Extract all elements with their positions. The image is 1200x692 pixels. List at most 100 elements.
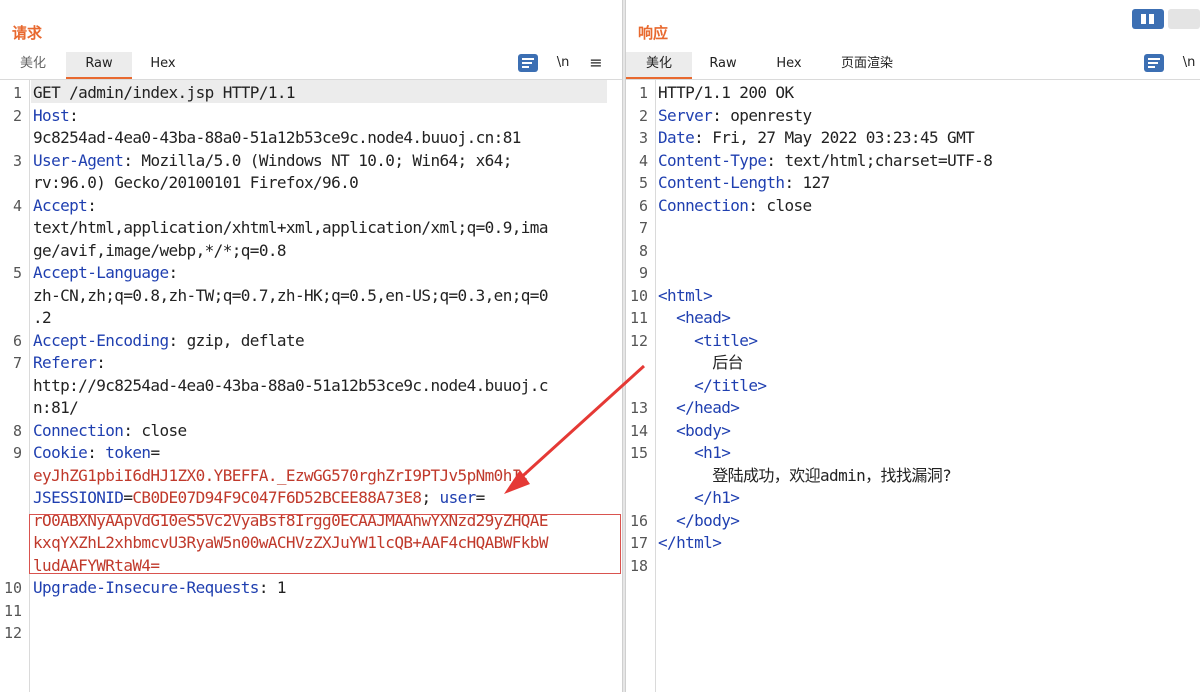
header-value: =: [475, 488, 486, 507]
html-tag: <head>: [676, 308, 731, 327]
header-value: : 1: [258, 578, 287, 597]
hamburger-menu-icon[interactable]: ≡: [586, 53, 606, 73]
code-line[interactable]: 5 Accept-Language:: [0, 262, 622, 285]
line-text: HTTP/1.1 200 OK: [658, 82, 794, 105]
code-line[interactable]: </h1>: [626, 487, 1200, 510]
code-line[interactable]: JSESSIONID = CB0DE07D94F9C047F6D52BCEE88A7…: [0, 487, 622, 510]
code-line[interactable]: 6 Accept-Encoding: gzip, deflate: [0, 330, 622, 353]
tab-pretty[interactable]: 美化: [626, 52, 692, 79]
code-line[interactable]: 10 <html>: [626, 285, 1200, 308]
code-line[interactable]: 7: [626, 217, 1200, 240]
header-value: : close: [748, 195, 812, 215]
code-line[interactable]: 9c8254ad-4ea0-43ba-88a0-51a12b53ce9c.nod…: [0, 127, 622, 150]
line-text: text/html,application/xhtml+xml,applicat…: [33, 217, 548, 240]
newline-toggle-button[interactable]: \n: [552, 53, 574, 73]
line-number: 10: [629, 286, 648, 305]
code-line[interactable]: 2 Server: openresty: [626, 105, 1200, 128]
split-vertical-button[interactable]: [1168, 9, 1200, 29]
html-tag: </title>: [694, 375, 767, 395]
tab-raw[interactable]: Raw: [66, 52, 132, 79]
line-text: .2: [33, 307, 52, 330]
code-line[interactable]: 16 </body>: [626, 510, 1200, 533]
code-line[interactable]: text/html,application/xhtml+xml,applicat…: [0, 217, 622, 240]
line-text: <h1>: [658, 442, 731, 465]
code-line[interactable]: 17 </html>: [626, 532, 1200, 555]
line-text: ge/avif,image/webp,*/*;q=0.8: [33, 240, 287, 263]
line-number: 3: [12, 151, 22, 170]
code-line[interactable]: rv:96.0) Gecko/20100101 Firefox/96.0: [0, 172, 622, 195]
line-number: 5: [12, 264, 22, 282]
tab-render[interactable]: 页面渲染: [830, 52, 904, 79]
code-line[interactable]: 3 Date: Fri, 27 May 2022 03:23:45 GMT: [626, 127, 1200, 150]
line-text: Content-Type: text/html;charset=UTF-8: [658, 150, 993, 173]
code-line[interactable]: 8 Connection: close: [0, 420, 622, 443]
code-line[interactable]: 8: [626, 240, 1200, 263]
header-value: 9c8254ad-4ea0-43ba-88a0-51a12b53ce9c.nod…: [33, 128, 521, 147]
code-line[interactable]: 12 <title>: [626, 330, 1200, 353]
code-line[interactable]: 14 <body>: [626, 420, 1200, 443]
code-line[interactable]: 3 User-Agent: Mozilla/5.0 (Windows NT 10.…: [0, 150, 622, 173]
line-text: rv:96.0) Gecko/20100101 Firefox/96.0: [33, 172, 359, 195]
code-line[interactable]: 1 HTTP/1.1 200 OK: [626, 82, 1200, 105]
request-editor[interactable]: 1 GET /admin/index.jsp HTTP/1.1 2 Host: 9c82…: [0, 80, 622, 692]
code-line[interactable]: 登陆成功，欢迎admin，找找漏洞?: [626, 465, 1200, 488]
header-value: [658, 443, 694, 462]
code-line[interactable]: 18: [626, 555, 1200, 578]
code-line[interactable]: 后台: [626, 352, 1200, 375]
tab-raw[interactable]: Raw: [700, 52, 746, 79]
code-line[interactable]: 11 <head>: [626, 307, 1200, 330]
header-value: [658, 488, 694, 507]
code-line[interactable]: eyJhZG1pbiI6dHJ1ZX0.YBEFFA._EzwGG570rghZ…: [0, 465, 622, 488]
code-line[interactable]: ge/avif,image/webp,*/*;q=0.8: [0, 240, 622, 263]
layout-toggle-icon[interactable]: [1132, 9, 1200, 29]
word-wrap-icon[interactable]: [518, 54, 538, 72]
tab-hex[interactable]: Hex: [766, 52, 812, 79]
header-value: =: [150, 443, 160, 462]
code-line[interactable]: 4 Content-Type: text/html;charset=UTF-8: [626, 150, 1200, 173]
line-number: 12: [629, 331, 648, 350]
line-number: 6: [12, 331, 22, 350]
line-text: </title>: [658, 375, 767, 398]
code-line[interactable]: 6 Connection: close: [626, 195, 1200, 218]
response-editor[interactable]: 1 HTTP/1.1 200 OK 2 Server: openresty 3 Date:…: [626, 80, 1200, 692]
line-text: http://9c8254ad-4ea0-43ba-88a0-51a12b53c…: [33, 375, 548, 398]
line-number: 1: [638, 84, 648, 102]
tab-hex[interactable]: Hex: [140, 52, 186, 79]
code-line[interactable]: zh-CN,zh;q=0.8,zh-TW;q=0.7,zh-HK;q=0.5,e…: [0, 285, 622, 308]
header-value: [658, 376, 694, 395]
code-line[interactable]: 2 Host:: [0, 105, 622, 128]
code-line[interactable]: 5 Content-Length: 127: [626, 172, 1200, 195]
response-pane: 响应 美化 Raw Hex 页面渲染 \n 1 HTTP/1.1 200 OK 2 S…: [626, 0, 1200, 692]
code-line[interactable]: 9 Cookie: token=: [0, 442, 622, 465]
header-name: Date: [658, 128, 695, 147]
header-name: user: [439, 488, 477, 507]
header-value: GET /admin/index.jsp HTTP/1.1: [33, 83, 296, 102]
line-number: 12: [3, 624, 22, 642]
line-text: Referer:: [33, 352, 106, 375]
line-text: Accept-Language:: [33, 262, 178, 285]
code-line[interactable]: 10 Upgrade-Insecure-Requests: 1: [0, 577, 622, 600]
newline-toggle-button[interactable]: \n: [1178, 53, 1200, 73]
code-line[interactable]: 4 Accept:: [0, 195, 622, 218]
header-name: Connection: [658, 195, 749, 215]
code-line[interactable]: 13 </head>: [626, 397, 1200, 420]
header-name: Host: [33, 105, 70, 125]
line-number: 3: [638, 129, 648, 147]
code-line[interactable]: 1 GET /admin/index.jsp HTTP/1.1: [0, 82, 622, 105]
header-name: Accept-Encoding: [33, 330, 169, 350]
code-line[interactable]: http://9c8254ad-4ea0-43ba-88a0-51a12b53c…: [0, 375, 622, 398]
code-line[interactable]: n:81/: [0, 397, 622, 420]
tab-pretty[interactable]: 美化: [8, 52, 58, 79]
header-value: : Fri, 27 May 2022 03:23:45 GMT: [694, 128, 975, 147]
code-line[interactable]: 11: [0, 600, 622, 623]
code-line[interactable]: 12: [0, 622, 622, 645]
code-line[interactable]: 9: [626, 262, 1200, 285]
word-wrap-icon[interactable]: [1144, 54, 1164, 72]
line-number: 9: [12, 444, 22, 462]
code-line[interactable]: 15 <h1>: [626, 442, 1200, 465]
split-horizontal-button[interactable]: [1132, 9, 1164, 29]
code-line[interactable]: 7 Referer:: [0, 352, 622, 375]
line-number: 9: [638, 264, 648, 282]
code-line[interactable]: .2: [0, 307, 622, 330]
code-line[interactable]: </title>: [626, 375, 1200, 398]
